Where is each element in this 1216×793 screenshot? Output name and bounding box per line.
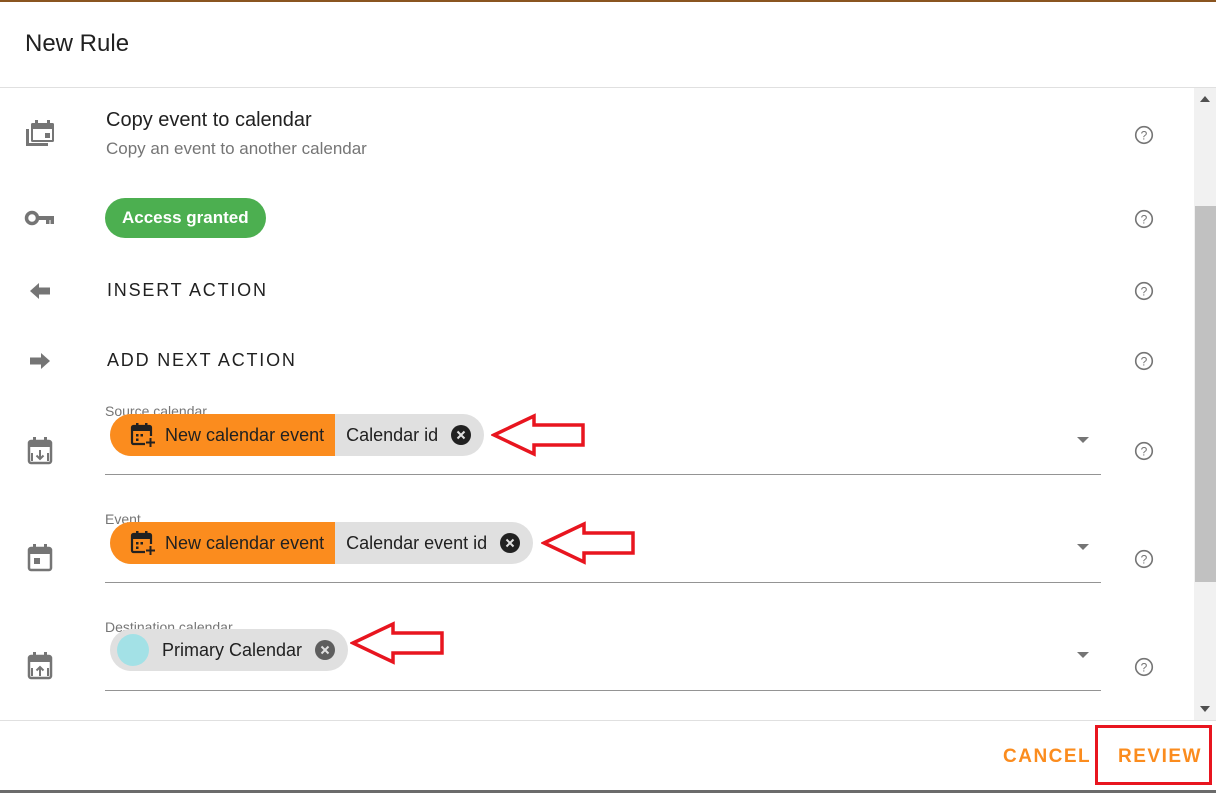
cancel-button[interactable]: CANCEL bbox=[1003, 746, 1091, 768]
remove-chip-icon[interactable] bbox=[500, 533, 521, 553]
review-button[interactable]: REVIEW bbox=[1118, 746, 1202, 768]
action-subtitle: Copy an event to another calendar bbox=[106, 139, 367, 158]
annotation-arrow bbox=[350, 621, 444, 665]
remove-chip-icon[interactable] bbox=[315, 640, 336, 660]
chip-source-segment: New calendar event bbox=[110, 522, 336, 564]
help-icon[interactable]: ? bbox=[1134, 441, 1154, 461]
dropdown-arrow-icon[interactable] bbox=[1077, 652, 1089, 658]
event-chip[interactable]: New calendar event Calendar event id bbox=[110, 522, 534, 564]
annotation-arrow bbox=[541, 521, 635, 565]
source-calendar-field[interactable]: Source calendar New calendar event Calen… bbox=[0, 398, 1194, 498]
help-icon[interactable]: ? bbox=[1134, 209, 1154, 229]
arrow-left-icon bbox=[24, 275, 56, 307]
scroll-up-arrow-icon[interactable] bbox=[1200, 96, 1210, 102]
dialog-header: New Rule bbox=[0, 2, 1216, 88]
help-icon[interactable]: ? bbox=[1134, 281, 1154, 301]
calendar-upload-icon bbox=[24, 650, 56, 682]
field-underline bbox=[105, 474, 1101, 475]
svg-text:?: ? bbox=[1141, 213, 1148, 227]
event-field[interactable]: Event New calendar event Calendar event … bbox=[0, 506, 1194, 606]
svg-text:?: ? bbox=[1141, 445, 1148, 459]
vertical-scrollbar[interactable] bbox=[1194, 88, 1216, 720]
access-granted-badge: Access granted bbox=[105, 198, 266, 238]
calendar-copy-icon bbox=[24, 118, 56, 150]
help-icon[interactable]: ? bbox=[1134, 351, 1154, 371]
arrow-right-icon bbox=[24, 345, 56, 377]
field-underline bbox=[105, 582, 1101, 583]
help-icon[interactable]: ? bbox=[1134, 657, 1154, 677]
annotation-arrow bbox=[491, 413, 585, 457]
action-header-row: Copy event to calendar Copy an event to … bbox=[0, 88, 1194, 178]
calendar-plus-icon bbox=[130, 531, 156, 556]
chip-source-label: New calendar event bbox=[165, 424, 325, 445]
chip-value-segment: Calendar id bbox=[335, 414, 484, 456]
chip-value-label: Calendar event id bbox=[346, 532, 488, 553]
help-icon[interactable]: ? bbox=[1134, 125, 1154, 145]
destination-calendar-chip[interactable]: Primary Calendar bbox=[110, 629, 349, 671]
svg-text:?: ? bbox=[1141, 129, 1148, 143]
chip-source-segment: New calendar event bbox=[110, 414, 336, 456]
calendar-color-dot bbox=[117, 634, 149, 666]
calendar-event-icon bbox=[24, 542, 56, 574]
svg-text:?: ? bbox=[1141, 285, 1148, 299]
access-row: Access granted ? bbox=[0, 188, 1194, 248]
scrollbar-thumb[interactable] bbox=[1195, 206, 1216, 582]
chip-value-segment: Calendar event id bbox=[335, 522, 533, 564]
field-underline bbox=[105, 690, 1101, 691]
insert-action-button[interactable]: INSERT ACTION bbox=[107, 280, 268, 301]
chip-value-label: Primary Calendar bbox=[162, 639, 303, 660]
source-calendar-chip[interactable]: New calendar event Calendar id bbox=[110, 414, 485, 456]
dialog-content: Copy event to calendar Copy an event to … bbox=[0, 88, 1194, 720]
calendar-download-icon bbox=[24, 435, 56, 467]
chip-value-label: Calendar id bbox=[346, 424, 439, 445]
dropdown-arrow-icon[interactable] bbox=[1077, 437, 1089, 443]
dropdown-arrow-icon[interactable] bbox=[1077, 544, 1089, 550]
dialog-title: New Rule bbox=[25, 30, 130, 57]
remove-chip-icon[interactable] bbox=[451, 425, 472, 445]
help-icon[interactable]: ? bbox=[1134, 549, 1154, 569]
action-title: Copy event to calendar bbox=[106, 109, 312, 131]
destination-calendar-field[interactable]: Destination calendar Primary Calendar ? bbox=[0, 614, 1194, 714]
svg-text:?: ? bbox=[1141, 553, 1148, 567]
insert-action-row[interactable]: INSERT ACTION ? bbox=[0, 268, 1194, 318]
svg-text:?: ? bbox=[1141, 355, 1148, 369]
add-next-action-row[interactable]: ADD NEXT ACTION ? bbox=[0, 338, 1194, 388]
scroll-down-arrow-icon[interactable] bbox=[1200, 706, 1210, 712]
add-next-action-button[interactable]: ADD NEXT ACTION bbox=[107, 350, 297, 371]
dialog-footer: CANCEL REVIEW bbox=[0, 720, 1216, 790]
calendar-plus-icon bbox=[130, 423, 156, 448]
svg-text:?: ? bbox=[1141, 661, 1148, 675]
key-icon bbox=[24, 202, 56, 234]
chip-source-label: New calendar event bbox=[165, 532, 325, 553]
